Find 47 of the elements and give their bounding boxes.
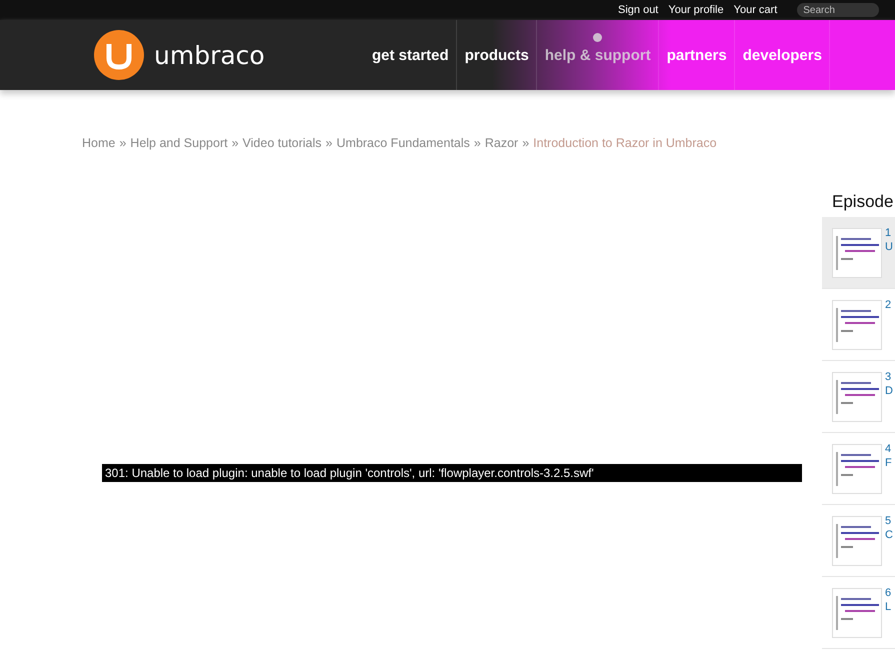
episode-number: 6 xyxy=(885,587,892,599)
sidebar-heading: Episode xyxy=(831,192,894,213)
breadcrumb-link[interactable]: Home xyxy=(82,136,116,150)
code-thumbnail-drawing xyxy=(832,372,882,422)
episode-number: 3 xyxy=(885,371,892,383)
breadcrumb-separator: » xyxy=(232,136,239,150)
episode-item[interactable]: 3 D xyxy=(822,361,895,433)
episode-item[interactable]: 5 C xyxy=(822,505,895,577)
nav-item[interactable]: products xyxy=(456,20,537,90)
breadcrumb-link[interactable]: Umbraco Fundamentals xyxy=(336,136,470,150)
nav-item[interactable]: get started xyxy=(364,20,457,90)
search-field[interactable]: Search xyxy=(797,3,880,17)
episode-number: 2 xyxy=(885,299,892,311)
nav-item[interactable]: partners xyxy=(658,20,735,90)
episode-title: L xyxy=(885,601,892,613)
nav-item[interactable]: developers xyxy=(734,20,830,90)
player-error-message: 301: Unable to load plugin: unable to load plugin 'controls', url: 'flowplayer.controls-3.2.5.swf' xyxy=(102,464,802,482)
code-thumbnail-drawing xyxy=(832,516,882,566)
episode-title: D xyxy=(885,385,893,397)
episode-number: 4 xyxy=(885,443,892,455)
breadcrumb-separator: » xyxy=(522,136,530,150)
code-thumbnail-drawing xyxy=(832,588,882,638)
top-link[interactable]: Your cart xyxy=(734,4,778,16)
breadcrumb-link[interactable]: Razor xyxy=(484,136,518,150)
logo-icon[interactable] xyxy=(94,30,144,80)
episode-title: U xyxy=(885,241,893,253)
episode-item[interactable]: 2 xyxy=(822,289,895,361)
code-thumbnail-drawing xyxy=(832,444,882,494)
episode-item[interactable]: 4 F xyxy=(822,433,895,505)
breadcrumb-link[interactable]: Help and Support xyxy=(130,136,228,150)
breadcrumb-separator: » xyxy=(326,136,332,150)
episode-number: 1 xyxy=(885,227,892,239)
logo-text[interactable]: umbraco xyxy=(154,40,265,70)
top-link[interactable]: Your profile xyxy=(668,4,724,16)
episode-title: F xyxy=(885,457,892,469)
episode-title: C xyxy=(885,529,893,541)
episode-item[interactable]: 6 L xyxy=(822,577,895,649)
code-thumbnail-drawing xyxy=(832,228,882,278)
breadcrumb-separator: » xyxy=(119,136,126,150)
nav-item[interactable]: help & support xyxy=(536,20,659,90)
top-link[interactable]: Sign out xyxy=(618,4,658,16)
breadcrumb-separator: » xyxy=(474,136,481,150)
code-thumbnail-drawing xyxy=(832,300,882,350)
breadcrumb-current: Introduction to Razor in Umbraco xyxy=(533,136,717,150)
breadcrumb-link[interactable]: Video tutorials xyxy=(242,136,322,150)
episode-number: 5 xyxy=(885,515,892,527)
episode-item[interactable]: 1 U xyxy=(822,217,895,289)
